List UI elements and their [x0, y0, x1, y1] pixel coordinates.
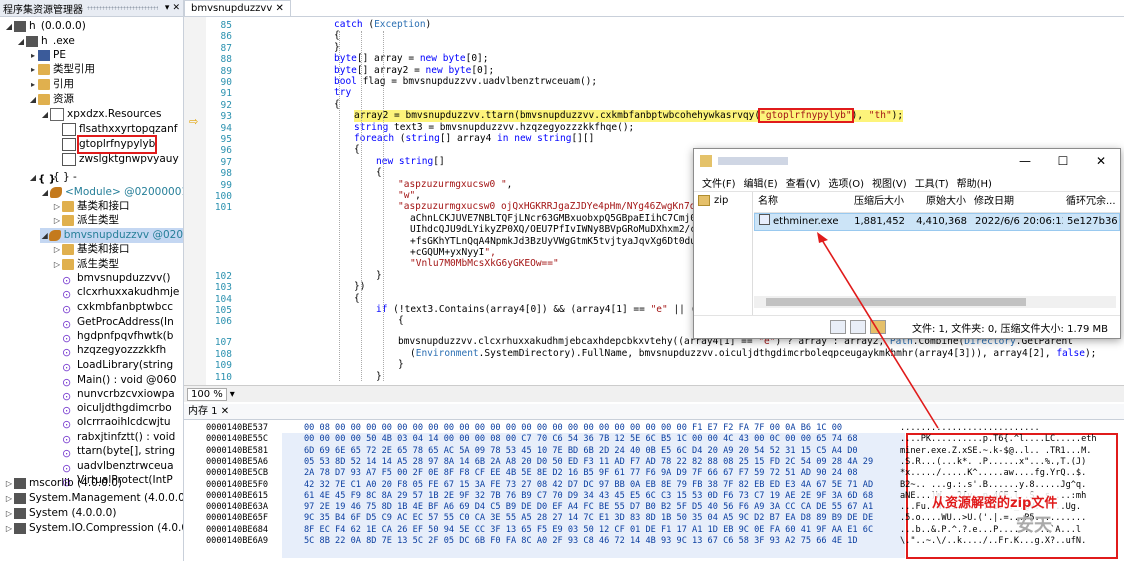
arrow-head [817, 232, 828, 243]
arrow-line [821, 239, 939, 429]
annotation-arrow [817, 232, 939, 429]
